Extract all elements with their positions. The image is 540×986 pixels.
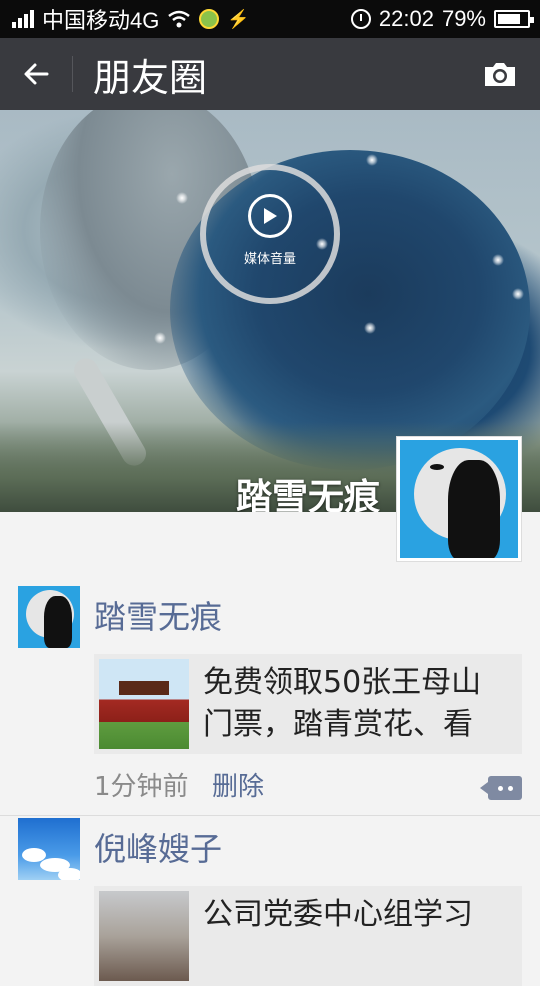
delete-link[interactable]: 删除	[212, 766, 264, 803]
shared-link-card[interactable]: 免费领取50张王母山门票，踏青赏花、看	[94, 654, 522, 754]
battery-percent: 79%	[441, 6, 486, 31]
sparkle	[366, 154, 378, 166]
cover-username: 踏雪无痕	[235, 477, 380, 512]
link-title: 免费领取50张王母山门票，踏青赏花、看	[203, 665, 482, 742]
media-volume-label: 媒体音量	[243, 251, 296, 267]
link-thumbnail	[99, 659, 189, 749]
status-right: 22:02 79%	[350, 6, 534, 32]
battery-icon	[494, 10, 534, 28]
shared-link-card[interactable]: 公司党委中心组学习	[94, 886, 522, 986]
post-author[interactable]: 踏雪无痕	[94, 592, 222, 638]
header-divider	[72, 56, 73, 92]
alarm-icon	[350, 9, 371, 29]
post-author[interactable]: 倪峰嫂子	[94, 824, 222, 870]
sparkle	[492, 254, 504, 266]
comment-icon[interactable]	[480, 776, 522, 800]
page-title: 朋友圈	[93, 55, 208, 100]
usb-icon: ⚡	[227, 8, 250, 29]
link-title: 公司党委中心组学习	[203, 897, 473, 932]
media-volume-button[interactable]: 媒体音量	[200, 164, 340, 304]
status-bar: 中国移动4G ⚡ 22:02 79%	[0, 0, 540, 38]
feed-item: 踏雪无痕 免费领取50张王母山门票，踏青赏花、看 1分钟前 删除	[0, 584, 540, 816]
link-thumbnail	[99, 891, 189, 981]
wifi-icon	[168, 10, 191, 28]
back-button[interactable]	[0, 38, 72, 110]
avatar-image	[400, 440, 518, 558]
signal-icon	[12, 10, 34, 28]
back-arrow-icon	[24, 63, 49, 85]
camera-icon	[485, 63, 515, 86]
play-icon	[248, 193, 292, 238]
sparkle	[364, 322, 376, 334]
sparkle	[512, 288, 524, 300]
avatar[interactable]	[18, 818, 80, 880]
avatar[interactable]	[18, 586, 80, 648]
status-left: 中国移动4G ⚡	[12, 3, 250, 35]
title-bar: 朋友圈	[0, 38, 540, 110]
post-time: 1分钟前	[94, 772, 189, 802]
sparkle	[154, 332, 166, 344]
camera-button[interactable]	[480, 54, 520, 94]
sparkle	[176, 192, 188, 204]
clock: 22:02	[378, 6, 434, 31]
profile-avatar[interactable]	[396, 436, 522, 562]
app-notification-icon	[199, 9, 220, 29]
feed-item: 倪峰嫂子 公司党委中心组学习	[0, 816, 540, 986]
carrier-label: 中国移动4G	[42, 8, 160, 33]
